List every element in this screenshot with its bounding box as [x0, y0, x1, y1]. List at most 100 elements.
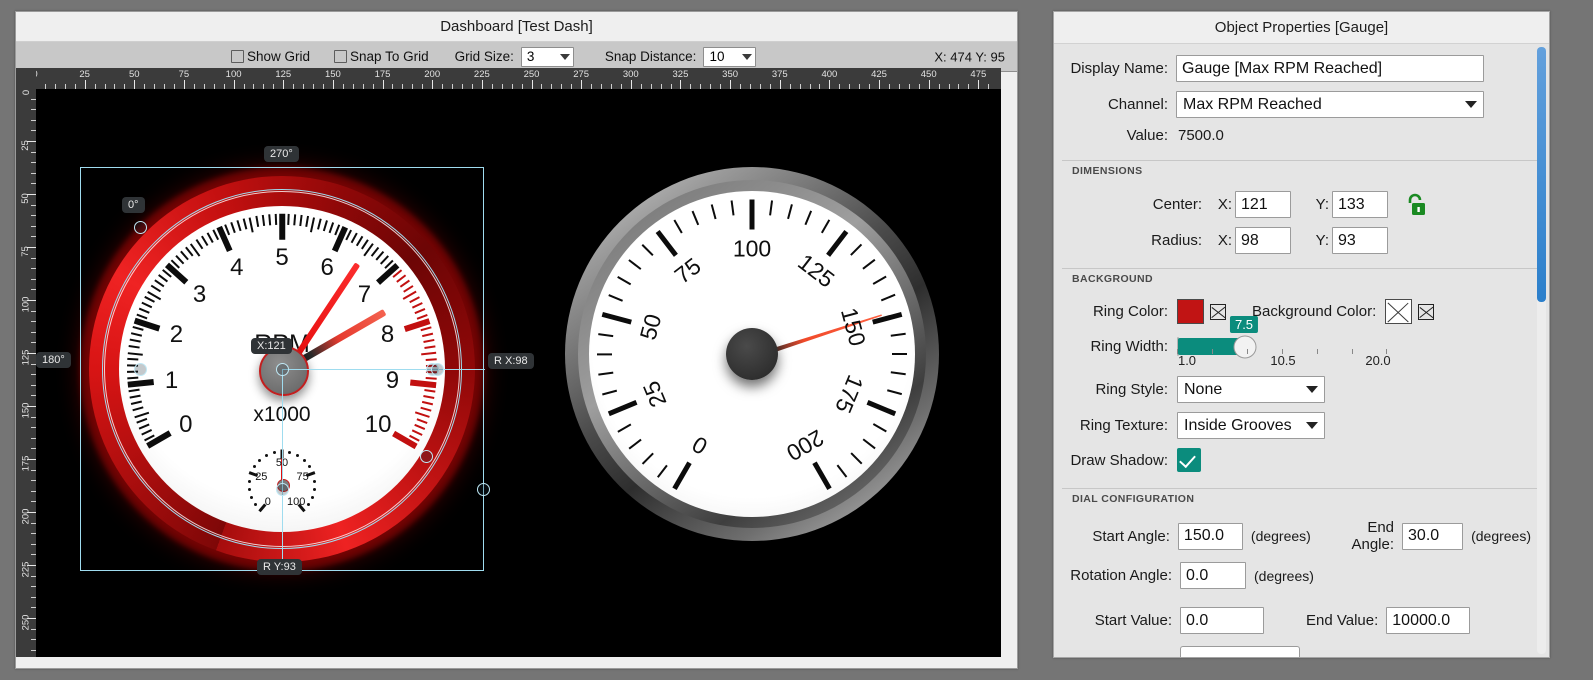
ring-color-clear-icon[interactable] — [1210, 303, 1226, 320]
radius-label: Radius: — [1151, 232, 1202, 249]
channel-select[interactable]: Max RPM Reached — [1176, 91, 1484, 118]
center-row: Center: X: 121 Y: 133 — [1062, 191, 1531, 218]
chevron-down-icon — [742, 53, 753, 60]
start-angle-input[interactable]: 150.0 — [1177, 522, 1243, 550]
display-name-input[interactable]: Gauge [Max RPM Reached] — [1176, 55, 1484, 82]
selection-handle-right-edge[interactable] — [431, 363, 444, 376]
ring-texture-select[interactable]: Inside Grooves — [1177, 412, 1325, 439]
background-color-swatch[interactable] — [1385, 299, 1413, 324]
ring-color-row: Ring Color: Background Color: — [1062, 299, 1531, 324]
ring-width-min-label: 1.0 — [1177, 353, 1197, 368]
center-y-input[interactable]: 133 — [1332, 191, 1388, 218]
end-angle-input[interactable]: 30.0 — [1402, 522, 1464, 550]
background-color-label: Background Color: — [1252, 303, 1377, 320]
draw-shadow-label: Draw Shadow: — [1070, 451, 1168, 469]
display-name-label: Display Name: — [1070, 60, 1168, 77]
ring-color-swatch[interactable] — [1177, 299, 1204, 324]
selection-handle-angle-0[interactable] — [134, 221, 147, 234]
selection-handle-radius-y[interactable] — [276, 483, 289, 496]
object-properties-panel: Object Properties [Gauge] Display Name: … — [1053, 11, 1550, 658]
show-grid-checkbox-box[interactable] — [231, 50, 244, 63]
speedometer-tick — [601, 311, 632, 325]
lock-aspect-ratio-icon[interactable] — [1404, 193, 1426, 217]
grid-size-group: Grid Size: 3 — [455, 46, 574, 67]
start-angle-label: Start Angle: — [1092, 527, 1170, 545]
speedometer-scale-label: 200 — [781, 424, 828, 467]
speedometer-scale-label: 75 — [669, 252, 706, 289]
end-value-label: End Value: — [1306, 612, 1379, 629]
rotation-angle-row: Rotation Angle: 0.0 (degrees) — [1062, 562, 1531, 589]
ring-color-label: Ring Color: — [1092, 303, 1168, 320]
speedometer-tick — [749, 199, 755, 229]
snap-to-grid-checkbox-box[interactable] — [334, 50, 348, 63]
speedometer-tick — [826, 229, 849, 257]
properties-scrollbar-thumb[interactable] — [1537, 47, 1546, 302]
draw-shadow-row: Draw Shadow: — [1062, 448, 1531, 472]
ring-style-select[interactable]: None — [1177, 376, 1325, 403]
speedometer-tick — [641, 243, 654, 256]
channel-label: Channel: — [1107, 96, 1168, 113]
snap-distance-select[interactable]: 10 — [703, 46, 757, 67]
speedometer-tick — [787, 203, 794, 220]
speedometer-scale-label: 125 — [793, 248, 840, 293]
chevron-down-icon — [559, 53, 570, 60]
dashboard-canvas[interactable]: RPM x1000 0255075100 012345678910 025507… — [36, 89, 1001, 657]
value-readout: 7500.0 — [1178, 127, 1224, 144]
snap-to-grid-checkbox[interactable]: Snap To Grid — [334, 49, 429, 64]
center-x-input[interactable]: 121 — [1235, 191, 1291, 218]
selection-handle-left[interactable] — [134, 363, 147, 376]
speedometer-tick — [608, 293, 624, 302]
draw-shadow-checkbox[interactable] — [1177, 448, 1201, 472]
end-value-input[interactable]: 10000.0 — [1386, 607, 1471, 634]
object-properties-title: Object Properties [Gauge] — [1054, 12, 1549, 44]
speedometer-tick — [880, 293, 896, 302]
rotation-angle-unit: (degrees) — [1254, 567, 1314, 584]
start-angle-unit: (degrees) — [1250, 528, 1311, 544]
channel-row: Channel: Max RPM Reached — [1062, 91, 1531, 118]
speedometer-scale-label: 50 — [634, 310, 666, 343]
speedometer-dial-face: 0 25 50 75 100 125 150 175 200 — [589, 191, 915, 517]
speedometer-tick — [890, 332, 906, 337]
chevron-down-icon — [1306, 422, 1318, 429]
speedometer-needle-hub — [726, 328, 778, 380]
rotation-angle-input[interactable]: 0.0 — [1180, 562, 1246, 589]
horizontal-ruler[interactable]: 0255075100125150175200225250275300325350… — [16, 68, 1001, 90]
gauge-speedometer[interactable]: 0 25 50 75 100 125 150 175 200 — [565, 167, 939, 541]
snap-distance-value: 10 — [709, 49, 725, 64]
snap-to-grid-label: Snap To Grid — [350, 49, 429, 64]
rotation-angle-label: Rotation Angle: — [1070, 567, 1172, 584]
start-value-input[interactable]: 0.0 — [1180, 607, 1264, 634]
selection-handle-corner[interactable] — [477, 483, 490, 496]
radius-y-input[interactable]: 93 — [1332, 227, 1388, 254]
show-grid-checkbox[interactable]: Show Grid — [231, 49, 310, 64]
start-value-label: Start Value: — [1094, 612, 1172, 629]
speedometer-tick — [812, 461, 832, 490]
speedometer-tick — [597, 352, 612, 356]
selection-tag-radius-x: R X:98 — [488, 353, 534, 369]
vertical-ruler[interactable]: 0 25 50 75 100 125 150 175 200 225 250 — [16, 68, 36, 657]
ring-texture-value: Inside Grooves — [1184, 416, 1292, 434]
partial-input-row — [1062, 646, 1531, 657]
dimensions-section-heading: DIMENSIONS — [1062, 160, 1541, 179]
speedometer-scale-label: 0 — [687, 430, 712, 460]
properties-scrollbar[interactable] — [1537, 47, 1546, 654]
speedometer-scale-label: 100 — [732, 235, 772, 262]
next-field-input[interactable] — [1180, 646, 1300, 657]
speedometer-scale-label: 175 — [830, 371, 869, 418]
background-color-clear-icon[interactable] — [1418, 303, 1435, 320]
radius-x-input[interactable]: 98 — [1235, 227, 1291, 254]
center-y-label: Y: — [1315, 196, 1329, 213]
start-angle-row: Start Angle: 150.0 (degrees) End Angle: … — [1062, 519, 1531, 553]
display-name-row: Display Name: Gauge [Max RPM Reached] — [1062, 55, 1531, 82]
ring-width-slider-thumb[interactable] — [1233, 335, 1257, 358]
radius-row: Radius: X: 98 Y: 93 — [1062, 227, 1531, 254]
chevron-down-icon — [1465, 101, 1477, 108]
speedometer-tick — [656, 464, 668, 478]
selection-handle-center[interactable] — [276, 363, 289, 376]
speedometer-tick — [628, 438, 642, 450]
ring-style-label: Ring Style: — [1095, 381, 1168, 398]
speedometer-tick — [617, 422, 632, 433]
selection-handle-lower-right[interactable] — [420, 450, 433, 463]
speedometer-tick — [862, 258, 876, 270]
grid-size-select[interactable]: 3 — [520, 46, 574, 67]
